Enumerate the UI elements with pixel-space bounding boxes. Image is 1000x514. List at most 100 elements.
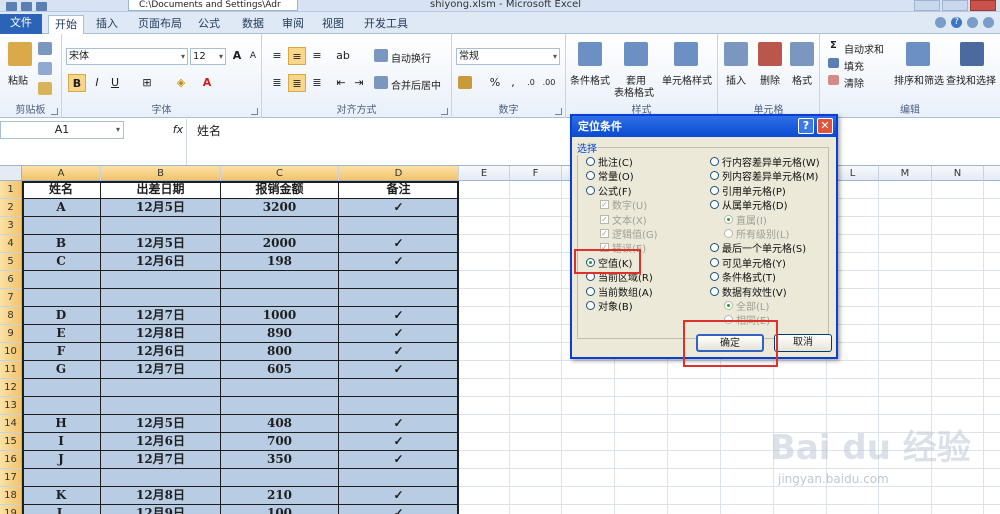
table-cell[interactable] — [101, 397, 221, 415]
tab-data[interactable]: 数据 — [236, 15, 270, 34]
table-cell[interactable] — [22, 469, 101, 487]
clear-label[interactable]: 清除 — [844, 75, 864, 90]
table-cell[interactable]: 12月8日 — [101, 487, 221, 505]
table-cell[interactable]: ✓ — [339, 361, 459, 379]
empty-cell[interactable] — [879, 505, 932, 514]
empty-cell[interactable] — [510, 271, 562, 289]
empty-cell[interactable] — [615, 451, 668, 469]
empty-cell[interactable] — [932, 289, 984, 307]
empty-cell[interactable] — [459, 289, 510, 307]
tab-view[interactable]: 视图 — [316, 15, 350, 34]
table-cell[interactable]: ✓ — [339, 433, 459, 451]
tab-formulas[interactable]: 公式 — [192, 15, 226, 34]
empty-cell[interactable] — [984, 379, 1000, 397]
table-cell[interactable]: ✓ — [339, 487, 459, 505]
empty-cell[interactable] — [459, 451, 510, 469]
table-cell[interactable]: 12月8日 — [101, 325, 221, 343]
empty-cell[interactable] — [459, 307, 510, 325]
dialog-help-button[interactable]: ? — [798, 118, 814, 134]
empty-cell[interactable] — [774, 505, 827, 514]
empty-cell[interactable] — [510, 289, 562, 307]
empty-cell[interactable] — [984, 487, 1000, 505]
clear-icon[interactable] — [828, 75, 839, 85]
empty-cell[interactable] — [932, 181, 984, 199]
table-cell[interactable] — [22, 289, 101, 307]
empty-cell[interactable] — [510, 325, 562, 343]
copy-icon[interactable] — [38, 62, 52, 75]
row-header[interactable]: 11 — [0, 361, 22, 379]
empty-cell[interactable] — [827, 361, 879, 379]
table-cell[interactable] — [221, 217, 339, 235]
empty-cell[interactable] — [459, 433, 510, 451]
table-cell[interactable] — [101, 379, 221, 397]
empty-cell[interactable] — [879, 199, 932, 217]
empty-cell[interactable] — [562, 415, 615, 433]
table-cell[interactable]: 12月5日 — [101, 199, 221, 217]
format-table-icon[interactable] — [624, 42, 648, 66]
maximize-button[interactable] — [942, 0, 968, 11]
row-header[interactable]: 1 — [0, 181, 22, 199]
empty-cell[interactable] — [615, 505, 668, 514]
empty-cell[interactable] — [879, 181, 932, 199]
table-cell[interactable]: 2000 — [221, 235, 339, 253]
table-cell[interactable] — [101, 469, 221, 487]
cell-styles-icon[interactable] — [674, 42, 698, 66]
empty-cell[interactable] — [774, 397, 827, 415]
find-select-icon[interactable] — [960, 42, 984, 66]
header-cell[interactable]: 备注 — [339, 181, 459, 199]
close-workbook-icon[interactable] — [983, 17, 994, 28]
empty-cell[interactable] — [774, 361, 827, 379]
align-middle-icon[interactable]: ≡ — [288, 47, 306, 65]
table-cell[interactable] — [339, 469, 459, 487]
align-bottom-icon[interactable]: ≡ — [308, 47, 326, 65]
row-header[interactable]: 18 — [0, 487, 22, 505]
percent-button[interactable]: % — [486, 74, 504, 92]
empty-cell[interactable] — [459, 271, 510, 289]
table-cell[interactable] — [221, 289, 339, 307]
right-option[interactable]: 数据有效性(V) — [710, 285, 787, 299]
empty-cell[interactable] — [984, 235, 1000, 253]
empty-cell[interactable] — [932, 343, 984, 361]
table-cell[interactable]: 408 — [221, 415, 339, 433]
empty-cell[interactable] — [510, 253, 562, 271]
empty-cell[interactable] — [562, 451, 615, 469]
table-cell[interactable]: ✓ — [339, 199, 459, 217]
left-option[interactable]: 公式(F) — [586, 184, 632, 198]
column-header-E[interactable]: E — [459, 166, 510, 181]
wrap-text-label[interactable]: 自动换行 — [391, 50, 431, 65]
empty-cell[interactable] — [879, 451, 932, 469]
italic-button[interactable]: I — [88, 74, 106, 92]
table-cell[interactable] — [101, 271, 221, 289]
table-cell[interactable]: ✓ — [339, 505, 459, 514]
row-header[interactable]: 15 — [0, 433, 22, 451]
empty-cell[interactable] — [932, 397, 984, 415]
row-header[interactable]: 12 — [0, 379, 22, 397]
empty-cell[interactable] — [984, 343, 1000, 361]
table-cell[interactable]: 12月7日 — [101, 451, 221, 469]
fill-label[interactable]: 填充 — [844, 58, 864, 73]
table-cell[interactable]: G — [22, 361, 101, 379]
empty-cell[interactable] — [510, 433, 562, 451]
row-header[interactable]: 3 — [0, 217, 22, 235]
restore-icon[interactable] — [967, 17, 978, 28]
empty-cell[interactable] — [879, 217, 932, 235]
table-cell[interactable]: H — [22, 415, 101, 433]
redo-icon[interactable] — [36, 1, 47, 11]
empty-cell[interactable] — [827, 469, 879, 487]
empty-cell[interactable] — [668, 505, 721, 514]
underline-button[interactable]: U — [106, 74, 124, 92]
empty-cell[interactable] — [668, 379, 721, 397]
row-header[interactable]: 9 — [0, 325, 22, 343]
insert-cells-icon[interactable] — [724, 42, 748, 66]
table-cell[interactable]: 890 — [221, 325, 339, 343]
empty-cell[interactable] — [984, 325, 1000, 343]
font-launcher-icon[interactable] — [251, 108, 258, 115]
column-header-D[interactable]: D — [339, 166, 459, 181]
right-option[interactable]: 引用单元格(P) — [710, 184, 786, 198]
fill-icon[interactable] — [828, 58, 839, 68]
align-right-icon[interactable]: ≣ — [308, 74, 326, 92]
empty-cell[interactable] — [827, 379, 879, 397]
table-cell[interactable]: ✓ — [339, 415, 459, 433]
empty-cell[interactable] — [879, 397, 932, 415]
empty-cell[interactable] — [510, 415, 562, 433]
